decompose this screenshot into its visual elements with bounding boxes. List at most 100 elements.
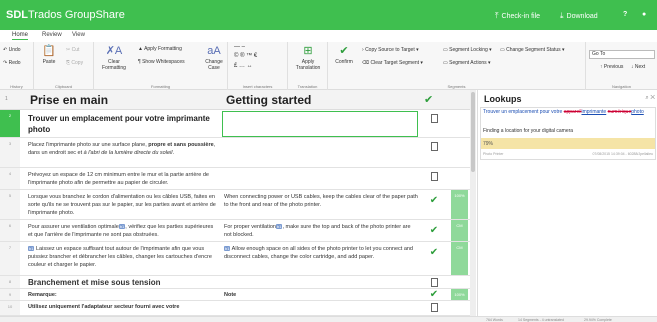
copy-source-button[interactable]: › Copy Source to Target ▾ [362, 47, 419, 53]
formatting-group: ✗A Clear Formatting ▲ Apply Formatting ¶ … [94, 42, 228, 90]
group-label: History [10, 84, 23, 89]
clipboard-group: 📋 Paste ✂ Cut ⎘ Copy Clipboard [34, 42, 94, 90]
segment-count: 14 Segments - 4 untranslated [518, 318, 564, 322]
tm-target-text: Finding a location for your digital came… [483, 128, 574, 134]
segment-number: 4 [0, 168, 20, 189]
segment-row[interactable]: 4 Prévoyez un espace de 12 cm minimum en… [0, 168, 470, 190]
dash-symbol[interactable]: — – [234, 44, 245, 50]
segment-row[interactable]: 7 b1 Laissez un espace suffisant tout au… [0, 242, 470, 276]
source-text: Trouver un emplacement pour votre imprim… [28, 114, 210, 134]
source-text: Prévoyez un espace de 12 cm minimum entr… [28, 172, 209, 186]
next-button[interactable]: ↓ Next [631, 64, 645, 70]
word-count: 764 Words [486, 318, 503, 322]
search-icon[interactable]: ⌕ [645, 95, 648, 101]
lookups-controls[interactable]: ⌕ ✕ [645, 95, 655, 102]
confirmed-icon: ✔ [429, 289, 439, 300]
tab-review[interactable]: Review [42, 32, 62, 38]
download-icon: ⤓ [560, 11, 564, 20]
insert-characters-group: — – © ® ™ € £ … ↔ Insert characters [228, 42, 288, 90]
source-text: b1 Laissez un espace suffisant tout auto… [28, 246, 212, 268]
segments-group: ✔ Confirm › Copy Source to Target ▾ ⌫ Cle… [328, 42, 586, 90]
source-text: Utilisez uniquement l'adaptateur secteur… [28, 304, 180, 310]
paste-button[interactable]: 📋 Paste [38, 45, 60, 65]
undo-button[interactable]: ↶ Undo [3, 47, 21, 53]
completion: 29.94% Complete [584, 318, 612, 322]
apply-formatting-button[interactable]: ▲ Apply Formatting [138, 46, 182, 52]
group-label: Formatting [150, 84, 171, 89]
apply-translation-button[interactable]: ⊞ Apply Translation [292, 45, 324, 71]
case-icon: aA [207, 45, 221, 57]
scroll-thumb[interactable] [471, 92, 475, 172]
segment-number: 8 [0, 276, 20, 288]
target-text[interactable]: b1 Allow enough space on all sides of th… [224, 245, 418, 261]
top-bar: SDLTrados GroupShare ⤒ Check-in file ⤓ Dow… [0, 0, 657, 30]
cut-button[interactable]: ✂ Cut [66, 47, 79, 53]
copyright-symbol[interactable]: © ® ™ € [234, 53, 257, 59]
segment-row[interactable]: 2 Trouver un emplacement pour votre impr… [0, 110, 470, 138]
segment-number: 5 [0, 190, 20, 219]
copy-button[interactable]: ⎘ Copy [66, 60, 83, 66]
clear-target-button[interactable]: ⌫ Clear Target Segment ▾ [362, 60, 423, 66]
change-case-button[interactable]: aA Change Case [202, 45, 226, 71]
navigation-group: Go To ↑ Previous ↓ Next Navigation [586, 42, 657, 90]
help-icon[interactable]: ? [623, 11, 627, 18]
segment-number: 2 [0, 110, 20, 137]
segment-actions-button[interactable]: ▭ Segment Actions ▾ [443, 60, 491, 66]
download-button[interactable]: ⤓ Download [560, 11, 598, 21]
source-heading: Prise en main [30, 93, 109, 107]
segment-row[interactable]: 6 Pour assurer une ventilation optimaleb… [0, 220, 470, 242]
source-text: Placez l'imprimante photo sur une surfac… [28, 142, 216, 156]
segment-row[interactable]: 8 Branchement et mise sous tension [0, 276, 470, 289]
segment-number: 3 [0, 138, 20, 167]
paste-icon: 📋 [42, 45, 56, 57]
match-badge: CM [451, 242, 468, 275]
source-text: Lorsque vous branchez le cordon d'alimen… [28, 194, 216, 216]
target-text[interactable]: When connecting power or USB cables, kee… [224, 193, 418, 209]
history-group: ↶ Undo ↷ Redo History [0, 42, 34, 90]
tab-view[interactable]: View [72, 32, 85, 38]
change-segment-status-button[interactable]: ▭ Change Segment Status ▾ [500, 47, 565, 53]
segment-locking-button[interactable]: ▭ Segment Locking ▾ [443, 47, 492, 53]
show-whitespaces-button[interactable]: ¶ Show Whitespaces [138, 59, 185, 65]
upload-icon: ⤒ [495, 11, 499, 20]
redo-button[interactable]: ↷ Redo [3, 60, 21, 66]
previous-button[interactable]: ↑ Previous [600, 64, 623, 70]
tm-match-entry[interactable]: Trouver un emplacement pour votre appare… [480, 107, 656, 160]
segment-number: 1 [5, 96, 8, 102]
clear-formatting-button[interactable]: ✗A Clear Formatting [98, 45, 130, 71]
draft-status-icon [418, 110, 450, 137]
user-icon[interactable]: ● [642, 11, 646, 18]
status-bar: 764 Words 14 Segments - 4 untranslated 2… [0, 316, 657, 322]
group-label: Clipboard [54, 84, 73, 89]
checkin-button[interactable]: ⤒ Check-in file [495, 11, 540, 21]
target-input[interactable] [222, 111, 418, 137]
editor-grid: 1 Prise en main Getting started ✔ 2 Trou… [0, 90, 473, 316]
heading-segment[interactable]: 1 Prise en main Getting started ✔ [0, 90, 470, 110]
lookups-title: Lookups [484, 94, 522, 104]
source-text: Branchement et mise sous tension [28, 278, 161, 287]
segment-row[interactable]: 5 Lorsque vous branchez le cordon d'alim… [0, 190, 470, 220]
pound-symbol[interactable]: £ … ↔ [234, 63, 253, 69]
segment-row[interactable]: 9 Remarque: Note ✔ 100% [0, 289, 470, 301]
close-icon[interactable]: ✕ [650, 95, 655, 101]
segment-number: 6 [0, 220, 20, 241]
tab-home[interactable]: Home [12, 32, 29, 40]
ribbon-tabs: Home Review View [0, 30, 657, 42]
segment-row[interactable]: 3 Placez l'imprimante photo sur une surf… [0, 138, 470, 168]
confirmed-icon: ✔ [424, 94, 434, 106]
tm-source-text: Trouver un emplacement pour votre appare… [483, 109, 644, 115]
confirmed-icon: ✔ [429, 247, 439, 258]
goto-input[interactable]: Go To [589, 50, 655, 59]
target-text[interactable]: For proper ventilationb1, make sure the … [224, 223, 418, 239]
segment-number: 7 [0, 242, 20, 275]
group-label: Insert characters [242, 84, 273, 89]
confirm-button[interactable]: ✔ Confirm [330, 45, 358, 65]
editor-scrollbar[interactable] [470, 90, 476, 316]
match-badge: 100% [451, 190, 468, 219]
confirmed-icon: ✔ [429, 195, 439, 206]
group-label: Segments [447, 84, 466, 89]
source-text: Pour assurer une ventilation optimaleb1,… [28, 224, 214, 238]
target-text[interactable]: Note [224, 291, 418, 299]
segment-row[interactable]: 10 Utilisez uniquement l'adaptateur sect… [0, 301, 470, 316]
segment-number: 10 [0, 301, 20, 315]
